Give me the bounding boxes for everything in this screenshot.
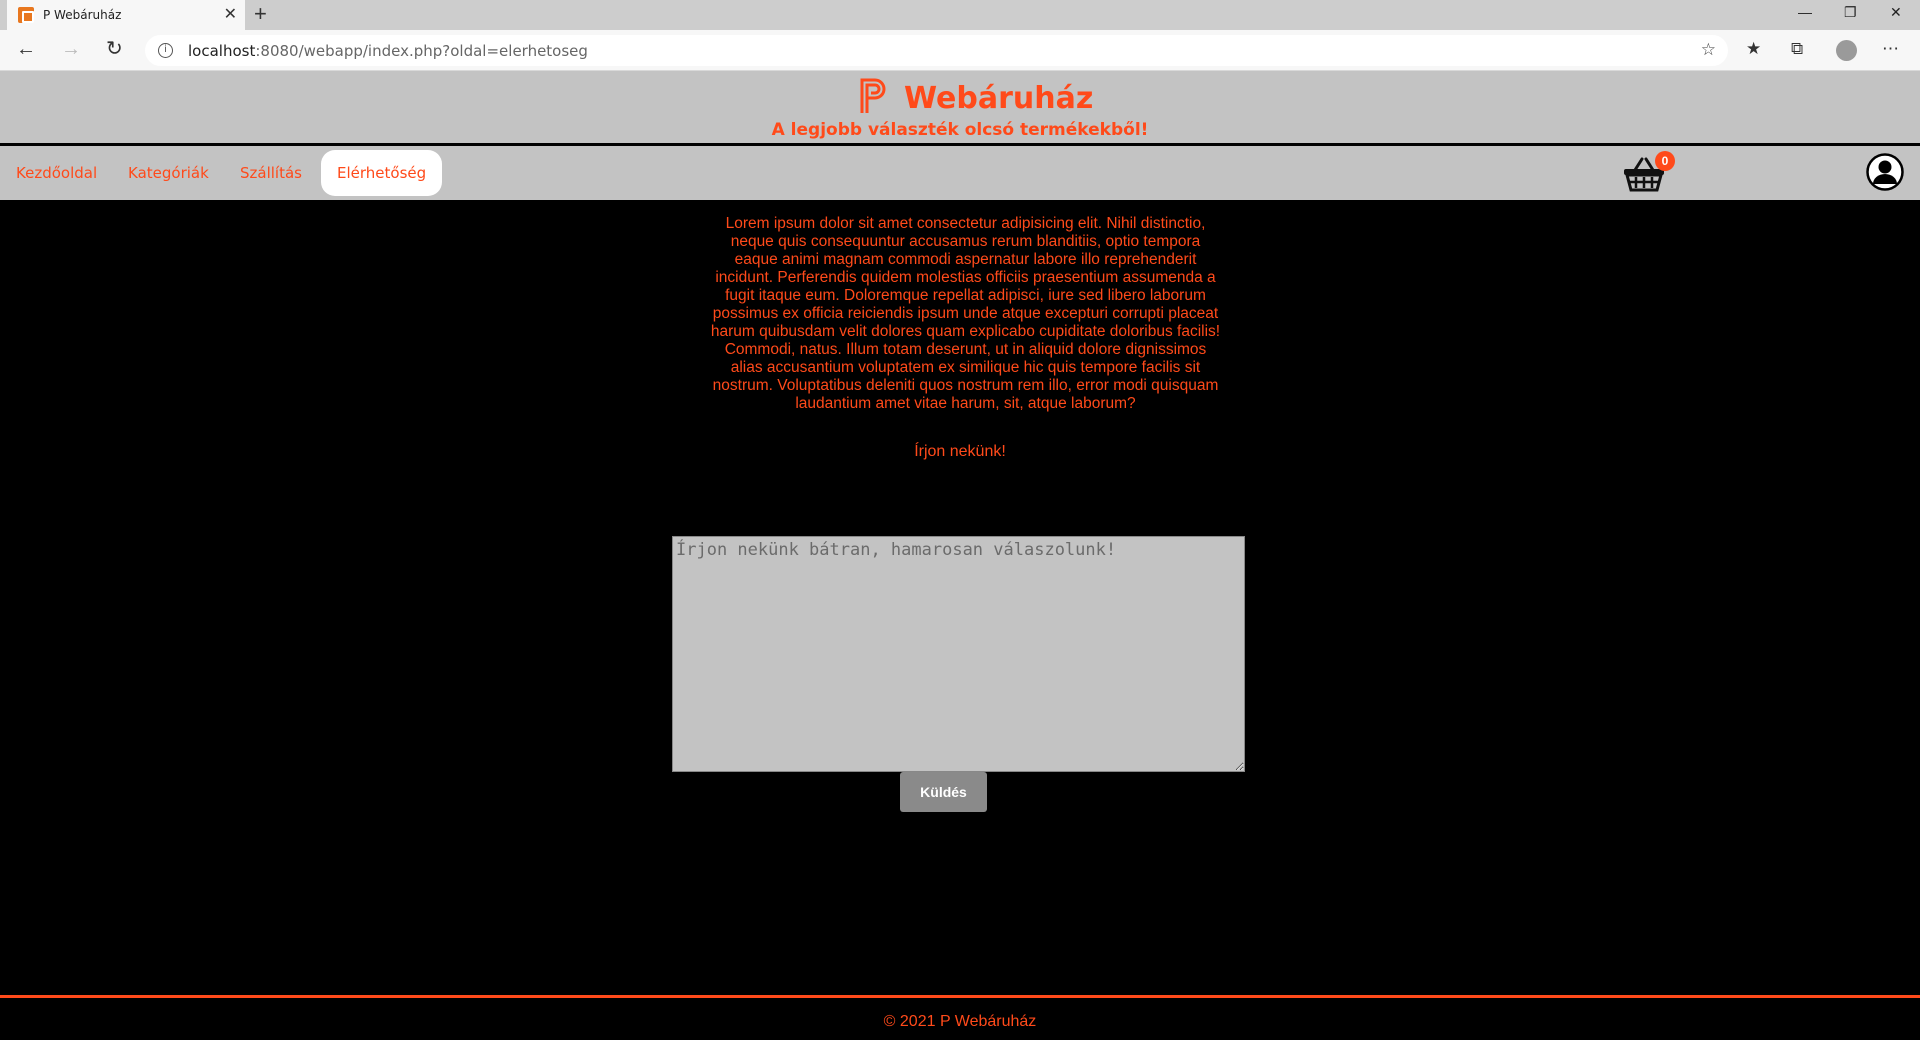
site-title: Webáruház: [904, 81, 1094, 116]
restore-icon[interactable]: ❐: [1844, 4, 1857, 21]
nav-item-home[interactable]: Kezdőoldal: [0, 150, 113, 196]
contact-intro-text: Lorem ipsum dolor sit amet consectetur a…: [710, 215, 1221, 412]
site-header: Webáruház A legjobb választék olcsó term…: [0, 71, 1920, 146]
write-us-heading: Írjon nekünk!: [914, 443, 1006, 460]
collections-icon[interactable]: ⧉: [1791, 39, 1803, 59]
back-icon[interactable]: ←: [16, 38, 36, 60]
site-footer: © 2021 P Webáruház: [0, 995, 1920, 1040]
profile-icon[interactable]: [1836, 40, 1857, 61]
copyright-text: © 2021 P Webáruház: [883, 1013, 1037, 1030]
url-path: :8080/webapp/index.php?oldal=elerhetoseg: [255, 42, 588, 60]
main-nav: Kezdőoldal Kategóriák Szállítás Elérhető…: [0, 146, 1920, 200]
favorites-icon[interactable]: ★: [1746, 39, 1761, 59]
browser-tab-bar: P Webáruház ✕ + — ❐ ✕: [0, 0, 1920, 30]
browser-tab[interactable]: P Webáruház ✕: [7, 0, 245, 30]
close-window-icon[interactable]: ✕: [1890, 4, 1902, 21]
favorite-star-icon[interactable]: ☆: [1701, 40, 1716, 60]
cart-count-badge: 0: [1655, 151, 1675, 171]
url-text[interactable]: localhost:8080/webapp/index.php?oldal=el…: [188, 42, 588, 60]
logo-icon: [860, 78, 886, 113]
message-textarea[interactable]: [672, 536, 1245, 772]
send-button[interactable]: Küldés: [900, 772, 987, 812]
close-tab-icon[interactable]: ✕: [224, 7, 237, 23]
nav-item-contact[interactable]: Elérhetőség: [321, 150, 443, 196]
nav-item-categories[interactable]: Kategóriák: [112, 150, 225, 196]
user-account-icon[interactable]: [1866, 153, 1904, 191]
forward-icon[interactable]: →: [61, 38, 81, 60]
nav-item-shipping[interactable]: Szállítás: [224, 150, 318, 196]
site-slogan: A legjobb választék olcsó termékekből!: [771, 120, 1149, 140]
minimize-icon[interactable]: —: [1798, 4, 1812, 20]
main-content: Lorem ipsum dolor sit amet consectetur a…: [0, 200, 1920, 995]
favicon-icon: [18, 7, 34, 23]
tab-title: P Webáruház: [43, 8, 122, 22]
address-bar[interactable]: i localhost:8080/webapp/index.php?oldal=…: [145, 35, 1728, 66]
more-icon[interactable]: ⋯: [1882, 39, 1899, 59]
browser-toolbar: ← → ↻ i localhost:8080/webapp/index.php?…: [0, 30, 1920, 71]
site-info-icon[interactable]: i: [158, 43, 173, 58]
reload-icon[interactable]: ↻: [106, 38, 123, 60]
url-host: localhost: [188, 42, 256, 60]
new-tab-icon[interactable]: +: [254, 3, 267, 25]
logo[interactable]: Webáruház: [858, 75, 1093, 116]
